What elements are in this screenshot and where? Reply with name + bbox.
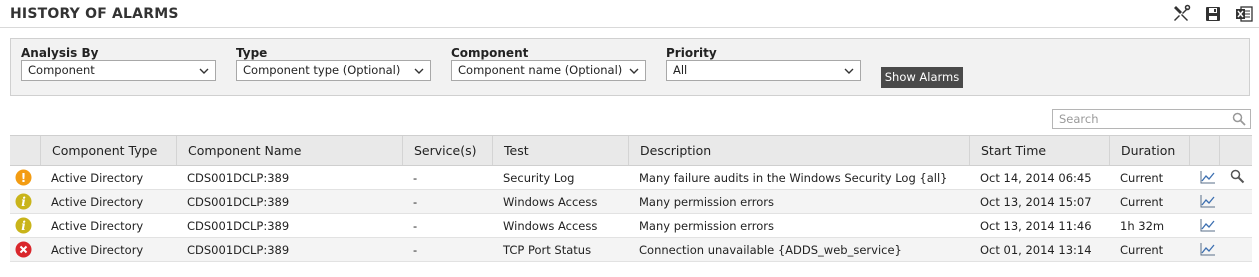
- table-row[interactable]: ! Active Directory CDS001DCLP:389 - Security…: [10, 166, 1252, 190]
- priority-value: All: [673, 63, 688, 77]
- cell-start: Oct 01, 2014 13:14: [980, 243, 1092, 257]
- table-body: ! Active Directory CDS001DCLP:389 - Security…: [10, 166, 1252, 262]
- cell-description: Many failure audits in the Windows Secur…: [639, 171, 948, 185]
- cell-name: CDS001DCLP:389: [187, 243, 290, 257]
- column-header[interactable]: Start Time: [969, 136, 1109, 165]
- type-label: Type: [236, 46, 268, 60]
- search-icon: [1232, 112, 1246, 126]
- graph-icon[interactable]: [1200, 242, 1216, 256]
- graph-icon[interactable]: [1200, 218, 1216, 232]
- component-group: Component: [451, 45, 528, 61]
- column-header[interactable]: Duration: [1109, 136, 1189, 165]
- component-name-value: Component name (Optional): [458, 63, 623, 77]
- search-placeholder: Search: [1059, 112, 1099, 126]
- severity-column-header: [10, 136, 40, 165]
- cell-start: Oct 13, 2014 11:46: [980, 219, 1092, 233]
- column-header[interactable]: Component Name: [176, 136, 402, 165]
- cell-duration: Current: [1120, 243, 1164, 257]
- analysis-by-label: Analysis By: [21, 46, 99, 60]
- chevron-down-icon: [414, 67, 424, 75]
- column-header[interactable]: Description: [628, 136, 969, 165]
- cell-name: CDS001DCLP:389: [187, 195, 290, 209]
- cell-services: -: [413, 171, 418, 185]
- type-group: Type: [236, 45, 267, 61]
- cell-description: Connection unavailable {ADDS_web_service…: [639, 243, 902, 257]
- priority-group: Priority: [666, 45, 717, 61]
- cell-description: Many permission errors: [639, 219, 775, 233]
- cell-type: Active Directory: [51, 171, 144, 185]
- cell-test: Windows Access: [503, 195, 598, 209]
- cell-test: TCP Port Status: [503, 243, 592, 257]
- component-label: Component: [451, 46, 529, 60]
- cell-services: -: [413, 219, 418, 233]
- table-row[interactable]: i Active Directory CDS001DCLP:389 - Windows …: [10, 214, 1252, 238]
- chevron-down-icon: [629, 67, 639, 75]
- details-column-header: [1219, 136, 1252, 165]
- cell-type: Active Directory: [51, 195, 144, 209]
- cell-duration: Current: [1120, 171, 1164, 185]
- column-header[interactable]: Test: [492, 136, 628, 165]
- cell-duration: Current: [1120, 195, 1164, 209]
- cell-name: CDS001DCLP:389: [187, 219, 290, 233]
- show-alarms-button[interactable]: Show Alarms: [881, 67, 963, 88]
- cell-test: Security Log: [503, 171, 575, 185]
- priority-label: Priority: [666, 46, 717, 60]
- component-type-value: Component type (Optional): [243, 63, 401, 77]
- analysis-by-value: Component: [28, 63, 95, 77]
- table-header: Component Type Component Name Service(s)…: [10, 135, 1252, 166]
- analysis-by-group: Analysis By: [21, 45, 98, 61]
- cell-description: Many permission errors: [639, 195, 775, 209]
- filter-panel: Analysis By Component Type Component typ…: [10, 38, 1250, 96]
- excel-export-icon[interactable]: [1234, 4, 1254, 24]
- graph-icon[interactable]: [1200, 170, 1216, 184]
- component-name-select[interactable]: Component name (Optional): [451, 60, 646, 81]
- component-type-select[interactable]: Component type (Optional): [236, 60, 431, 81]
- critical-severity-icon: [15, 241, 32, 258]
- cell-services: -: [413, 195, 418, 209]
- cell-type: Active Directory: [51, 243, 144, 257]
- magnifier-icon[interactable]: [1230, 169, 1245, 184]
- alarms-table: Component Type Component Name Service(s)…: [10, 135, 1252, 262]
- graph-icon[interactable]: [1200, 194, 1216, 208]
- page-title: HISTORY OF ALARMS: [10, 6, 179, 22]
- svg-text:i: i: [21, 219, 26, 233]
- table-row[interactable]: Active Directory CDS001DCLP:389 - TCP Port …: [10, 238, 1252, 262]
- cell-test: Windows Access: [503, 219, 598, 233]
- priority-select[interactable]: All: [666, 60, 861, 81]
- cell-name: CDS001DCLP:389: [187, 171, 290, 185]
- save-icon[interactable]: [1203, 4, 1223, 24]
- svg-text:!: !: [21, 171, 26, 185]
- cell-start: Oct 14, 2014 06:45: [980, 171, 1092, 185]
- cell-duration: 1h 32m: [1120, 219, 1165, 233]
- chevron-down-icon: [199, 67, 209, 75]
- table-row[interactable]: i Active Directory CDS001DCLP:389 - Windows …: [10, 190, 1252, 214]
- tools-icon[interactable]: [1171, 4, 1191, 24]
- column-header[interactable]: Service(s): [402, 136, 492, 165]
- minor-severity-icon: i: [15, 217, 32, 234]
- cell-services: -: [413, 243, 418, 257]
- cell-type: Active Directory: [51, 219, 144, 233]
- svg-text:i: i: [21, 195, 26, 209]
- minor-severity-icon: i: [15, 193, 32, 210]
- cell-start: Oct 13, 2014 15:07: [980, 195, 1092, 209]
- chevron-down-icon: [844, 67, 854, 75]
- analysis-by-select[interactable]: Component: [21, 60, 216, 81]
- search-input[interactable]: Search: [1052, 109, 1251, 129]
- page-header: HISTORY OF ALARMS: [0, 0, 1259, 28]
- graph-column-header: [1189, 136, 1219, 165]
- column-header[interactable]: Component Type: [40, 136, 176, 165]
- major-severity-icon: !: [15, 169, 32, 186]
